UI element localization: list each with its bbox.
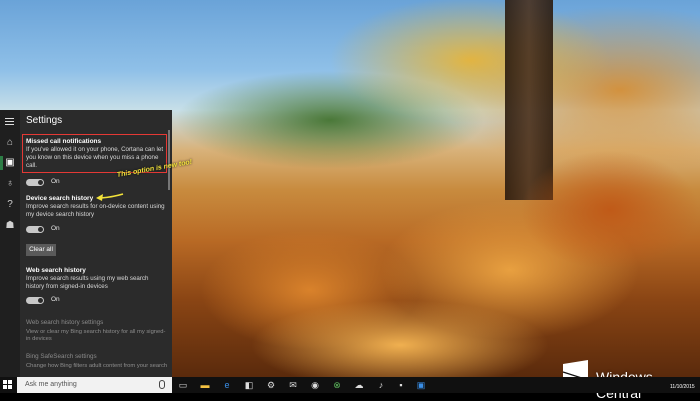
annotation-arrow-icon — [96, 193, 124, 201]
file-explorer-icon[interactable]: ▬ — [200, 380, 210, 390]
active-indicator — [0, 156, 3, 170]
settings-icon[interactable]: ⚙ — [266, 380, 276, 390]
device-search-toggle-label: On — [51, 225, 60, 232]
missed-call-toggle[interactable] — [26, 179, 44, 186]
remote-desktop-icon[interactable]: ▣ — [416, 380, 426, 390]
leaf-blur — [520, 150, 700, 270]
settings-content: Settings Missed call notifications If yo… — [20, 110, 172, 377]
web-search-heading: Web search history — [26, 267, 86, 274]
web-history-settings-section: Web search history settings View or clea… — [26, 319, 168, 343]
cortana-settings-panel: ⌂ ▣ ♁ ? ☗ Settings Missed call notificat… — [0, 110, 172, 377]
home-icon[interactable]: ⌂ — [4, 137, 16, 149]
web-history-settings-description: View or clear my Bing search history for… — [26, 329, 166, 342]
help-icon[interactable]: ? — [4, 199, 16, 211]
store-icon[interactable]: ◧ — [244, 380, 254, 390]
lightbulb-icon[interactable]: ♁ — [4, 178, 16, 190]
cortana-search-box[interactable]: Ask me anything — [17, 377, 172, 393]
device-search-toggle[interactable] — [26, 226, 44, 233]
cmd-icon[interactable]: ▪ — [396, 380, 406, 390]
safesearch-description: Change how Bing filters adult content fr… — [26, 363, 168, 369]
web-search-toggle-label: On — [51, 296, 60, 303]
microphone-icon[interactable] — [159, 380, 165, 389]
web-search-toggle[interactable] — [26, 297, 44, 304]
start-button[interactable] — [3, 380, 13, 390]
web-history-settings-link[interactable]: Web search history settings — [26, 319, 168, 326]
onedrive-icon[interactable]: ☁ — [354, 380, 364, 390]
safesearch-settings-link[interactable]: Bing SafeSearch settings — [26, 353, 168, 360]
taskbar: Ask me anything ▭ ▬ e ◧ ⚙ ✉ ◉ ⊗ ☁ ♪ ▪ ▣ … — [0, 377, 700, 393]
groove-icon[interactable]: ♪ — [376, 380, 386, 390]
web-search-section: Web search history Improve search result… — [26, 267, 168, 291]
edge-icon[interactable]: e — [222, 380, 232, 390]
device-search-description: Improve search results for on-device con… — [26, 203, 165, 218]
search-placeholder: Ask me anything — [25, 381, 77, 388]
hamburger-icon[interactable] — [4, 116, 16, 128]
settings-title: Settings — [26, 115, 63, 126]
missed-call-section: Missed call notifications If you've allo… — [26, 138, 168, 170]
missed-call-toggle-label: On — [51, 178, 60, 185]
xbox-icon[interactable]: ⊗ — [332, 380, 342, 390]
tray-clock-date[interactable]: 11/10/2015 — [670, 384, 695, 390]
web-search-description: Improve search results using my web sear… — [26, 275, 149, 290]
notebook-icon[interactable]: ▣ — [4, 157, 16, 169]
cortana-nav-rail: ⌂ ▣ ♁ ? ☗ — [0, 110, 20, 377]
task-view-icon[interactable]: ▭ — [178, 380, 188, 390]
mail-icon[interactable]: ✉ — [288, 380, 298, 390]
safesearch-section: Bing SafeSearch settings Change how Bing… — [26, 353, 168, 370]
missed-call-heading: Missed call notifications — [26, 138, 102, 145]
clear-all-button[interactable]: Clear all — [26, 244, 56, 256]
scrollbar[interactable] — [168, 130, 170, 190]
feedback-icon[interactable]: ☗ — [4, 220, 16, 232]
photos-icon[interactable]: ◉ — [310, 380, 320, 390]
